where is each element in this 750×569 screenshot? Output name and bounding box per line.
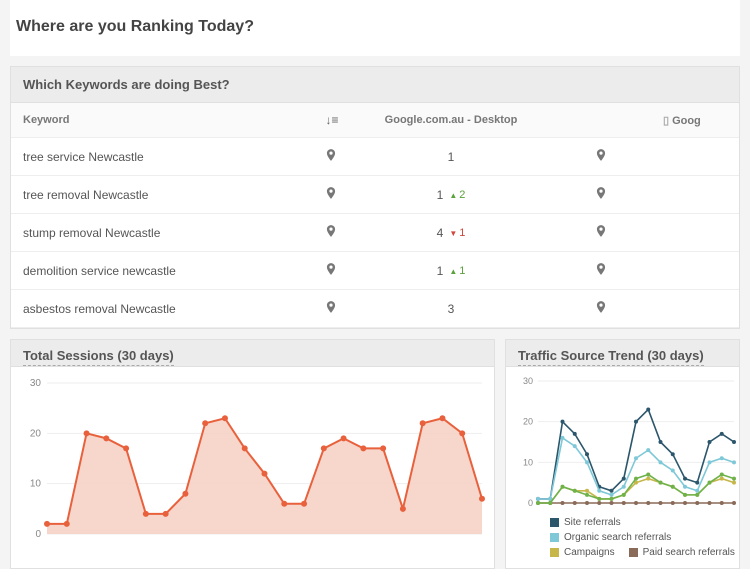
- keywords-table: Keyword ↓≡ Google.com.au - Desktop ▯Goog…: [11, 103, 739, 328]
- map-pin-icon[interactable]: [311, 176, 351, 214]
- legend-label: Site referrals: [564, 517, 621, 528]
- legend-swatch-icon: [550, 533, 559, 542]
- keywords-panel: Which Keywords are doing Best? Keyword ↓…: [10, 66, 740, 329]
- legend-site-referrals: Site referrals: [550, 517, 621, 528]
- svg-text:10: 10: [30, 479, 42, 490]
- mobile-icon: ▯: [663, 115, 669, 127]
- legend-label: Campaigns: [564, 547, 615, 558]
- col-rank2-trunc[interactable]: ▯Goog: [651, 103, 739, 138]
- legend-label: Organic search referrals: [564, 532, 671, 543]
- col-rank1-label: Google.com.au - Desktop: [385, 114, 518, 126]
- rank-cell: 3: [351, 290, 551, 328]
- legend-label: Paid search referrals: [643, 547, 735, 558]
- map-pin-icon[interactable]: [551, 290, 651, 328]
- legend-swatch-icon: [550, 548, 559, 557]
- table-row[interactable]: tree removal Newcastle 12: [11, 176, 739, 214]
- map-pin-icon[interactable]: [551, 252, 651, 290]
- col-rank1[interactable]: Google.com.au - Desktop: [351, 103, 551, 138]
- svg-text:20: 20: [30, 428, 42, 439]
- keyword-cell: asbestos removal Newcastle: [11, 290, 311, 328]
- keyword-cell: tree service Newcastle: [11, 138, 311, 176]
- svg-text:0: 0: [528, 498, 533, 508]
- table-row[interactable]: asbestos removal Newcastle 3: [11, 290, 739, 328]
- table-row[interactable]: tree service Newcastle 1: [11, 138, 739, 176]
- map-pin-icon[interactable]: [551, 176, 651, 214]
- keyword-cell: stump removal Newcastle: [11, 214, 311, 252]
- page-title: Where are you Ranking Today?: [10, 0, 740, 56]
- rank-cell: 1: [351, 138, 551, 176]
- sort-desc-icon: ↓≡: [325, 113, 338, 127]
- col-keyword[interactable]: Keyword: [11, 103, 311, 138]
- keyword-cell: demolition service newcastle: [11, 252, 311, 290]
- svg-text:30: 30: [523, 376, 533, 386]
- legend-organic: Organic search referrals: [550, 532, 671, 543]
- sessions-chart-panel: Total Sessions (30 days) 0 10 20 30: [10, 339, 495, 569]
- map-pin-icon[interactable]: [311, 214, 351, 252]
- rank2-cell: [651, 290, 739, 328]
- legend-campaigns: Campaigns: [550, 547, 615, 558]
- map-pin-icon[interactable]: [551, 214, 651, 252]
- svg-text:20: 20: [523, 417, 533, 427]
- rank2-cell: [651, 176, 739, 214]
- sessions-chart-header: Total Sessions (30 days): [23, 348, 174, 366]
- rank-cell: 12: [351, 176, 551, 214]
- sessions-chart: 0 10 20 30: [15, 373, 492, 548]
- keywords-panel-header: Which Keywords are doing Best?: [11, 67, 739, 103]
- map-pin-icon[interactable]: [311, 252, 351, 290]
- col-sort[interactable]: ↓≡: [311, 103, 351, 138]
- svg-text:0: 0: [35, 529, 41, 540]
- legend-swatch-icon: [550, 518, 559, 527]
- table-row[interactable]: demolition service newcastle 11: [11, 252, 739, 290]
- map-pin-icon[interactable]: [551, 138, 651, 176]
- table-row[interactable]: stump removal Newcastle 41: [11, 214, 739, 252]
- col-keyword-label: Keyword: [23, 114, 69, 126]
- traffic-chart-panel: Traffic Source Trend (30 days) 0 10 20 30 S…: [505, 339, 740, 569]
- svg-text:10: 10: [523, 457, 533, 467]
- keyword-cell: tree removal Newcastle: [11, 176, 311, 214]
- traffic-chart: 0 10 20 30: [510, 373, 740, 513]
- col-rank2-label: Goog: [672, 115, 701, 127]
- rank-cell: 41: [351, 214, 551, 252]
- col-pin2: [551, 103, 651, 138]
- legend-paid: Paid search referrals: [629, 547, 735, 558]
- svg-text:30: 30: [30, 378, 42, 389]
- legend-swatch-icon: [629, 548, 638, 557]
- map-pin-icon[interactable]: [311, 290, 351, 328]
- map-pin-icon[interactable]: [311, 138, 351, 176]
- rank-cell: 11: [351, 252, 551, 290]
- rank2-cell: [651, 214, 739, 252]
- rank2-cell: [651, 138, 739, 176]
- traffic-chart-header: Traffic Source Trend (30 days): [518, 348, 704, 366]
- rank2-cell: [651, 252, 739, 290]
